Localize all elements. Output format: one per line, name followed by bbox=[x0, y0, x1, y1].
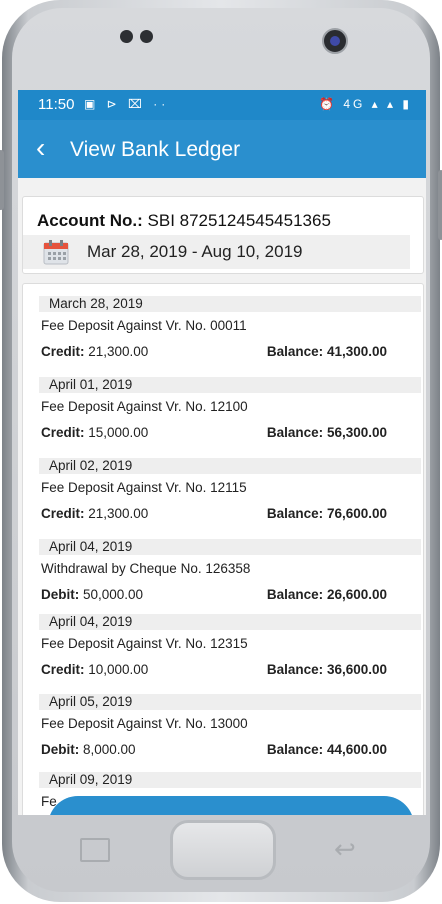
balance-label: Balance: bbox=[266, 742, 324, 757]
volume-button[interactable] bbox=[0, 150, 4, 210]
amount-label: Credit: bbox=[41, 662, 85, 677]
entry-balance: Balance: 56,300.00 bbox=[267, 425, 387, 440]
balance-value: 36,600.00 bbox=[323, 662, 387, 677]
account-label: Account No.: bbox=[37, 211, 143, 230]
date-range-text: Mar 28, 2019 - Aug 10, 2019 bbox=[87, 242, 303, 261]
entry-balance: Balance: 44,600.00 bbox=[267, 742, 387, 757]
entry-date: April 04, 2019 bbox=[39, 614, 421, 630]
account-number: Account No.: SBI 8725124545451365 bbox=[37, 211, 331, 231]
entry-amount: Credit: 21,300.00 bbox=[41, 506, 148, 521]
entry-amount: Credit: 15,000.00 bbox=[41, 425, 148, 440]
balance-label: Balance: bbox=[266, 506, 324, 521]
entry-date: April 04, 2019 bbox=[39, 539, 421, 555]
entry-balance: Balance: 36,600.00 bbox=[267, 662, 387, 677]
entry-amount: Credit: 10,000.00 bbox=[41, 662, 148, 677]
balance-value: 76,600.00 bbox=[323, 506, 387, 521]
amount-value: 10,000.00 bbox=[84, 662, 149, 677]
entry-balance: Balance: 76,600.00 bbox=[267, 506, 387, 521]
balance-value: 56,300.00 bbox=[323, 425, 387, 440]
entry-balance: Balance: 41,300.00 bbox=[267, 344, 387, 359]
sensor-dot-icon bbox=[140, 30, 153, 43]
amount-value: 15,000.00 bbox=[84, 425, 149, 440]
amount-label: Credit: bbox=[41, 344, 85, 359]
ledger-list[interactable]: March 28, 2019 Fee Deposit Against Vr. N… bbox=[22, 283, 424, 815]
amount-value: 8,000.00 bbox=[79, 742, 136, 757]
system-status-icons: ⏰ 4G ▴ ▴ ▮ bbox=[319, 97, 412, 111]
back-arrow-icon[interactable]: ‹ bbox=[36, 133, 45, 163]
amount-label: Debit: bbox=[41, 587, 80, 602]
entry-description: Fee Deposit Against Vr. No. 12315 bbox=[41, 636, 248, 651]
balance-label: Balance: bbox=[266, 662, 324, 677]
account-value: SBI 8725124545451365 bbox=[147, 211, 331, 230]
front-camera-icon bbox=[322, 28, 348, 54]
entry-date: April 09, 2019 bbox=[39, 772, 421, 788]
entry-date: April 02, 2019 bbox=[39, 458, 421, 474]
date-range-selector[interactable]: Mar 28, 2019 - Aug 10, 2019 bbox=[23, 235, 410, 269]
entry-date: March 28, 2019 bbox=[39, 296, 421, 312]
status-time: 11:50 bbox=[38, 96, 75, 113]
power-button[interactable] bbox=[438, 170, 442, 240]
entry-description: Fee Deposit Against Vr. No. 13000 bbox=[41, 716, 248, 731]
amount-value: 50,000.00 bbox=[79, 587, 144, 602]
entry-date: April 05, 2019 bbox=[39, 694, 421, 710]
entry-description: Withdrawal by Cheque No. 126358 bbox=[41, 561, 251, 576]
balance-label: Balance: bbox=[266, 344, 324, 359]
app-bar: ‹ View Bank Ledger bbox=[18, 120, 426, 178]
ledger-entry[interactable]: April 05, 2019 Fee Deposit Against Vr. N… bbox=[23, 694, 423, 774]
entry-balance: Balance: 26,600.00 bbox=[267, 587, 387, 602]
notification-icons: ▣ ⊳ ⌧ ·· bbox=[84, 97, 170, 111]
entry-date: April 01, 2019 bbox=[39, 377, 421, 393]
balance-value: 44,600.00 bbox=[323, 742, 387, 757]
entry-description: Fee Deposit Against Vr. No. 00011 bbox=[41, 318, 247, 333]
amount-label: Credit: bbox=[41, 425, 85, 440]
bottom-action-button[interactable] bbox=[48, 796, 414, 815]
back-nav-icon[interactable]: ↩ bbox=[334, 834, 356, 865]
entry-amount: Credit: 21,300.00 bbox=[41, 344, 148, 359]
balance-value: 41,300.00 bbox=[323, 344, 387, 359]
entry-description: Fee Deposit Against Vr. No. 12115 bbox=[41, 480, 247, 495]
amount-value: 21,300.00 bbox=[84, 506, 149, 521]
balance-label: Balance: bbox=[266, 587, 324, 602]
entry-description: Fee Deposit Against Vr. No. 12100 bbox=[41, 399, 248, 414]
amount-label: Credit: bbox=[41, 506, 85, 521]
amount-value: 21,300.00 bbox=[84, 344, 149, 359]
calendar-icon[interactable] bbox=[43, 239, 69, 265]
screen: 11:50 ▣ ⊳ ⌧ ·· ⏰ 4G ▴ ▴ ▮ ‹ View Bank Le… bbox=[18, 90, 426, 815]
ledger-entry[interactable]: April 02, 2019 Fee Deposit Against Vr. N… bbox=[23, 458, 423, 538]
balance-label: Balance: bbox=[266, 425, 324, 440]
ledger-entry[interactable]: April 04, 2019 Fee Deposit Against Vr. N… bbox=[23, 614, 423, 694]
recent-apps-icon[interactable] bbox=[80, 838, 110, 862]
page-title: View Bank Ledger bbox=[70, 138, 241, 161]
sensor-dot-icon bbox=[120, 30, 133, 43]
status-bar: 11:50 ▣ ⊳ ⌧ ·· ⏰ 4G ▴ ▴ ▮ bbox=[18, 90, 426, 120]
ledger-entry[interactable]: April 01, 2019 Fee Deposit Against Vr. N… bbox=[23, 377, 423, 457]
ledger-entry[interactable]: March 28, 2019 Fee Deposit Against Vr. N… bbox=[23, 296, 423, 376]
balance-value: 26,600.00 bbox=[323, 587, 387, 602]
home-button[interactable] bbox=[170, 820, 276, 880]
entry-amount: Debit: 50,000.00 bbox=[41, 587, 143, 602]
account-card: Account No.: SBI 8725124545451365 Mar 28… bbox=[22, 196, 424, 274]
amount-label: Debit: bbox=[41, 742, 80, 757]
entry-amount: Debit: 8,000.00 bbox=[41, 742, 136, 757]
ledger-entry[interactable]: April 04, 2019 Withdrawal by Cheque No. … bbox=[23, 539, 423, 619]
